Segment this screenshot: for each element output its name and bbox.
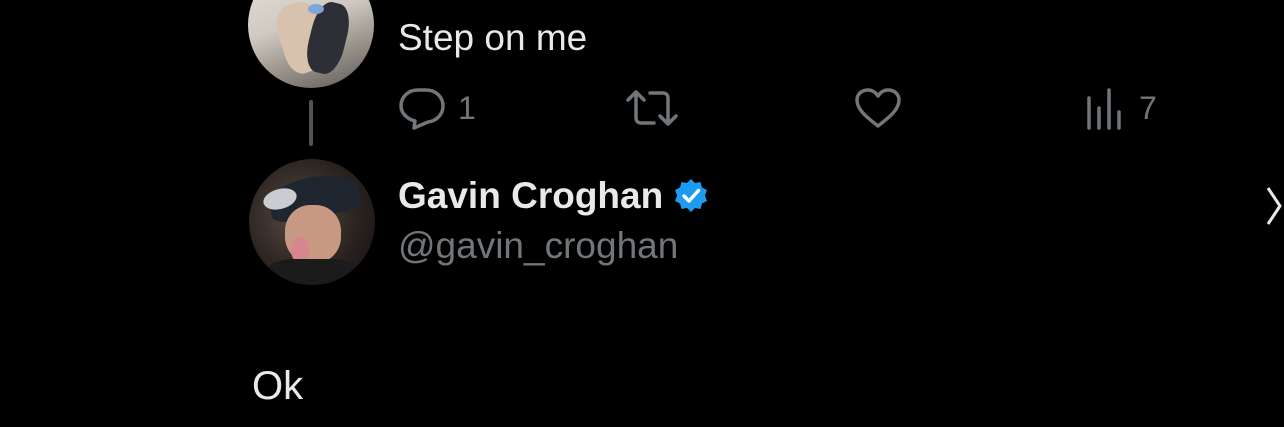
thread-connector-line	[309, 100, 313, 146]
parent-author-avatar[interactable]	[248, 0, 374, 88]
reply-icon	[398, 86, 446, 130]
reply-count: 1	[458, 90, 476, 126]
verified-badge-icon	[673, 178, 709, 214]
parent-tweet-text: Step on me	[398, 17, 588, 58]
reply-author-handle[interactable]: @gavin_croghan	[398, 222, 678, 270]
heart-icon	[853, 86, 903, 130]
x-logo-icon	[1266, 187, 1282, 225]
reply-author-name-row[interactable]: Gavin Croghan	[398, 172, 709, 220]
reply-tweet-text: Ok	[252, 364, 304, 408]
retweet-icon	[624, 86, 680, 130]
reply-button[interactable]: 1	[398, 86, 476, 130]
views-button[interactable]: 7	[1085, 86, 1157, 130]
views-count: 7	[1139, 90, 1157, 126]
tweet-thread: Step on me 1 7 Gavin Croghan @gavin_crog…	[0, 0, 1284, 427]
like-button[interactable]	[853, 86, 915, 130]
retweet-button[interactable]	[624, 86, 692, 130]
reply-author-avatar[interactable]	[249, 159, 375, 285]
views-icon	[1085, 86, 1127, 130]
reply-author-name: Gavin Croghan	[398, 175, 664, 216]
